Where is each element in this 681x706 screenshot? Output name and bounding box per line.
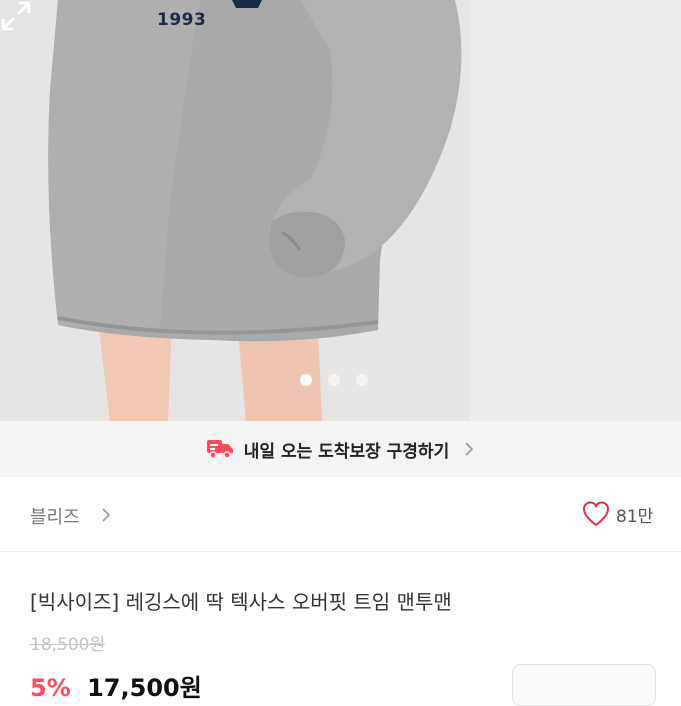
like-button[interactable]: 81만 xyxy=(582,501,653,527)
sweatshirt-print-text: 1993 xyxy=(157,10,207,30)
original-price: 18,500원 xyxy=(30,635,106,655)
delivery-guarantee-banner[interactable]: 내일 오는 도착보장 구경하기 xyxy=(0,421,681,477)
shop-row[interactable]: 블리즈 81만 xyxy=(0,477,681,551)
product-image[interactable]: 1993 xyxy=(0,0,681,421)
expand-icon[interactable] xyxy=(0,0,32,32)
coupon-button[interactable] xyxy=(512,664,656,706)
carousel-dot-1[interactable] xyxy=(300,374,312,386)
chevron-right-icon xyxy=(102,508,111,522)
section-divider xyxy=(0,551,681,552)
like-count: 81만 xyxy=(616,506,654,527)
heart-icon xyxy=(582,501,610,527)
discount-rate: 5% xyxy=(30,674,71,702)
shop-name-link[interactable]: 블리즈 xyxy=(30,503,80,529)
carousel-dot-3[interactable] xyxy=(356,374,368,386)
carousel-indicator[interactable] xyxy=(300,374,368,386)
sale-price: 17,500원 xyxy=(87,674,202,702)
delivery-banner-label: 내일 오는 도착보장 구경하기 xyxy=(243,441,450,462)
carousel-dot-2[interactable] xyxy=(328,374,340,386)
product-photo-illustration xyxy=(0,0,681,421)
chevron-right-icon xyxy=(465,442,474,456)
product-title: [빅사이즈] 레깅스에 딱 텍사스 오버핏 트임 맨투맨 xyxy=(30,590,452,614)
price-row: 5% 17,500원 xyxy=(30,668,202,703)
delivery-truck-icon xyxy=(206,440,233,459)
